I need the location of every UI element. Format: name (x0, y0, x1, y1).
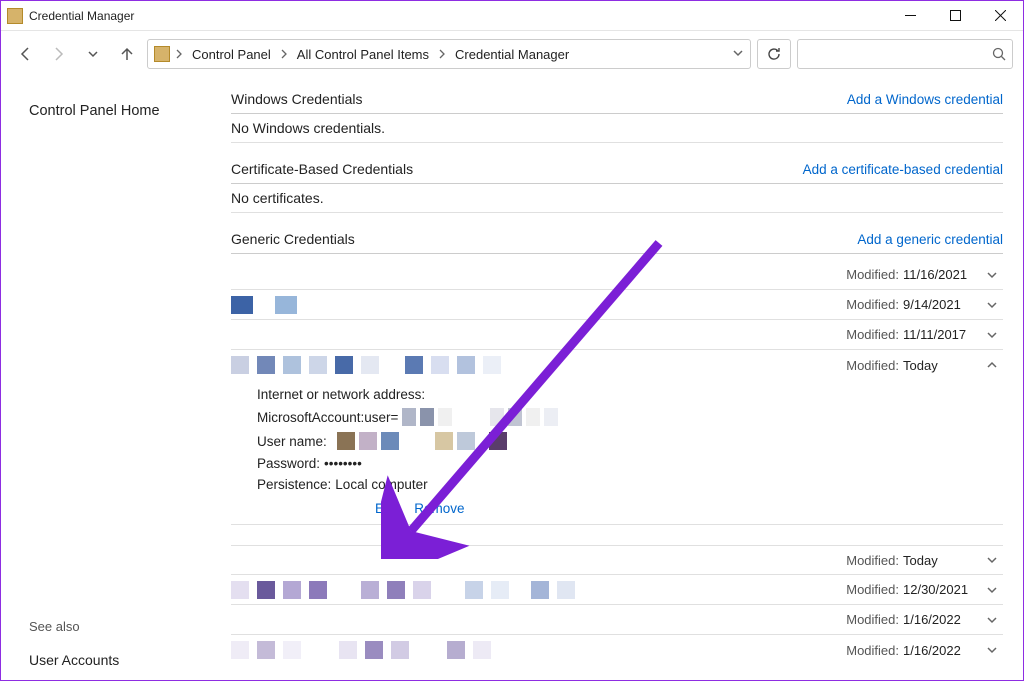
credential-row-expanded[interactable]: Modified: Today (231, 350, 1003, 380)
forward-button[interactable] (45, 40, 73, 68)
address-history-button[interactable] (732, 47, 744, 62)
search-icon (992, 47, 1006, 61)
app-icon (7, 8, 23, 24)
cert-credentials-empty: No certificates. (231, 190, 1003, 213)
recent-locations-button[interactable] (79, 40, 107, 68)
see-also-label: See also (29, 619, 231, 634)
breadcrumb-credential-manager[interactable]: Credential Manager (451, 45, 573, 64)
address-bar[interactable]: Control Panel All Control Panel Items Cr… (147, 39, 751, 69)
chevron-right-icon (437, 47, 447, 62)
maximize-button[interactable] (933, 1, 978, 30)
persistence-label: Persistence: (257, 477, 331, 492)
location-icon (154, 46, 170, 62)
chevron-right-icon (279, 47, 289, 62)
windows-credentials-heading: Windows Credentials (231, 91, 847, 107)
address-value-prefix: MicrosoftAccount:user= (257, 410, 398, 425)
credential-row[interactable]: Modified: Today (231, 545, 1003, 575)
chevron-right-icon (174, 47, 184, 62)
credential-row[interactable]: Modified: 1/16/2022 (231, 635, 1003, 665)
refresh-button[interactable] (757, 39, 791, 69)
modified-label: Modified: (846, 612, 899, 627)
persistence-value: Local computer (335, 477, 427, 492)
add-windows-credential-link[interactable]: Add a Windows credential (847, 92, 1003, 107)
navigation-toolbar: Control Panel All Control Panel Items Cr… (1, 31, 1023, 77)
remove-link[interactable]: Remove (414, 501, 464, 516)
credential-row[interactable]: Modified: 12/30/2021 (231, 575, 1003, 605)
breadcrumb-all-items[interactable]: All Control Panel Items (293, 45, 433, 64)
cert-credentials-heading: Certificate-Based Credentials (231, 161, 803, 177)
credential-details: Internet or network address: MicrosoftAc… (231, 380, 1003, 525)
user-accounts-link[interactable]: User Accounts (29, 652, 231, 668)
window-title: Credential Manager (29, 9, 888, 23)
breadcrumb-control-panel[interactable]: Control Panel (188, 45, 275, 64)
back-button[interactable] (11, 40, 39, 68)
modified-date: Today (903, 553, 975, 568)
main-content: Windows Credentials Add a Windows creden… (231, 77, 1023, 682)
password-value: •••••••• (324, 456, 362, 471)
search-input[interactable] (797, 39, 1013, 69)
generic-credentials-heading: Generic Credentials (231, 231, 857, 247)
modified-label: Modified: (846, 297, 899, 312)
password-label: Password: (257, 456, 320, 471)
modified-label: Modified: (846, 358, 899, 373)
chevron-up-icon (985, 359, 999, 371)
chevron-down-icon (985, 299, 999, 311)
modified-date: 12/30/2021 (903, 582, 975, 597)
credential-row[interactable]: Modified: 11/11/2017 (231, 320, 1003, 350)
edit-link[interactable]: Edit (375, 501, 398, 516)
credential-row[interactable]: Modified: 1/16/2022 (231, 605, 1003, 635)
add-cert-credential-link[interactable]: Add a certificate-based credential (803, 162, 1003, 177)
modified-label: Modified: (846, 327, 899, 342)
modified-label: Modified: (846, 267, 899, 282)
address-label: Internet or network address: (257, 387, 425, 402)
credential-row[interactable]: Modified: 11/16/2021 (231, 260, 1003, 290)
minimize-button[interactable] (888, 1, 933, 30)
chevron-down-icon (985, 584, 999, 596)
sidebar: Control Panel Home See also User Account… (1, 77, 231, 682)
modified-date: 11/11/2017 (903, 327, 975, 342)
up-button[interactable] (113, 40, 141, 68)
chevron-down-icon (985, 554, 999, 566)
modified-date: Today (903, 358, 975, 373)
control-panel-home-link[interactable]: Control Panel Home (29, 103, 231, 119)
add-generic-credential-link[interactable]: Add a generic credential (857, 232, 1003, 247)
credential-row[interactable]: Modified: 9/14/2021 (231, 290, 1003, 320)
window-titlebar: Credential Manager (1, 1, 1023, 31)
modified-date: 9/14/2021 (903, 297, 975, 312)
chevron-down-icon (985, 269, 999, 281)
modified-date: 1/16/2022 (903, 643, 975, 658)
close-button[interactable] (978, 1, 1023, 30)
modified-date: 11/16/2021 (903, 267, 975, 282)
chevron-down-icon (985, 644, 999, 656)
chevron-down-icon (985, 614, 999, 626)
modified-label: Modified: (846, 553, 899, 568)
username-label: User name: (257, 434, 327, 449)
modified-label: Modified: (846, 643, 899, 658)
modified-label: Modified: (846, 582, 899, 597)
chevron-down-icon (985, 329, 999, 341)
windows-credentials-empty: No Windows credentials. (231, 120, 1003, 143)
modified-date: 1/16/2022 (903, 612, 975, 627)
